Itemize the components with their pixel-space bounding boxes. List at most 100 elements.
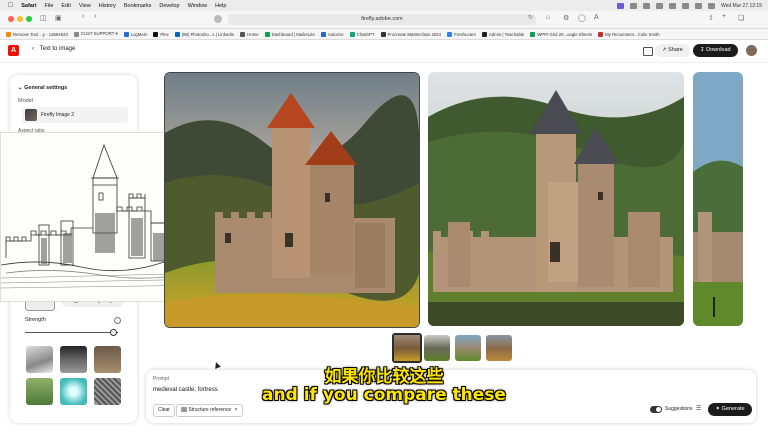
bookmark-item[interactable]: Dashboard | MailerLite (264, 31, 315, 37)
bookmark-favicon-icon (447, 31, 453, 37)
bookmark-item[interactable]: CUST SUPPORT ▾ (73, 31, 118, 37)
menu-edit[interactable]: Edit (61, 3, 70, 9)
shield-icon[interactable]: ◯ (578, 14, 586, 22)
bookmark-label: ChatGPT (356, 31, 375, 37)
strength-slider-handle[interactable] (110, 329, 118, 336)
thumbnail-4-image (486, 335, 512, 361)
apple-icon[interactable]:  (8, 2, 13, 9)
bookmark-item[interactable]: Procreate Masterclass 2024 (380, 31, 442, 37)
bookmark-item[interactable]: (88) Photosho...s | LinkedIn (174, 31, 234, 37)
thumbnail-1[interactable] (392, 333, 422, 363)
bookmark-label: Plex (160, 31, 169, 37)
bookmark-label: Procreate Masterclass 2024 (387, 31, 442, 37)
creative-cloud-icon[interactable] (655, 2, 663, 9)
bookmark-label: My Recommen...Colin Smith (605, 31, 660, 37)
thumbnail-3-image (455, 335, 481, 361)
share-page-icon[interactable]: ⇧ (708, 14, 714, 22)
suggestions-label: Suggestions (665, 406, 693, 412)
home-icon[interactable]: ⌂ (546, 14, 550, 21)
bookmark-favicon-icon (380, 31, 386, 37)
new-tab-icon[interactable]: + (722, 13, 726, 20)
menu-view[interactable]: View (79, 3, 91, 9)
bookmark-item[interactable]: My Recommen...Colin Smith (598, 31, 660, 37)
close-icon[interactable]: × (235, 407, 238, 413)
sidebar-toggle-icon[interactable]: ◫ (40, 14, 47, 22)
forward-arrow-icon[interactable]: › (94, 13, 96, 20)
bookmark-item[interactable]: Home (240, 31, 259, 37)
site-settings-icon[interactable] (214, 15, 222, 23)
thumbnail-3[interactable] (455, 335, 481, 361)
bookmark-label: Admin | Teachable (489, 31, 525, 37)
adobe-logo-icon[interactable]: A (8, 45, 19, 56)
share-label: Share (668, 47, 683, 53)
menu-bookmarks[interactable]: Bookmarks (124, 3, 152, 9)
bookmark-favicon-icon (598, 31, 604, 37)
thumbnail-2[interactable] (424, 335, 450, 361)
bookmark-favicon-icon (6, 31, 11, 37)
battery-icon[interactable] (668, 2, 676, 9)
close-window-icon[interactable] (8, 16, 14, 22)
suggestions-toggle[interactable] (650, 406, 662, 413)
generated-image-3[interactable] (693, 72, 743, 326)
adjust-icon[interactable]: ☰ (696, 405, 701, 412)
bookmark-item[interactable]: Autorize (320, 31, 344, 37)
generated-image-2[interactable] (428, 72, 684, 326)
menu-help[interactable]: Help (215, 3, 226, 9)
menu-file[interactable]: File (45, 3, 54, 9)
structure-reference-chip[interactable]: Structure reference × (176, 404, 243, 417)
info-icon[interactable] (114, 317, 121, 324)
menu-develop[interactable]: Develop (159, 3, 179, 9)
bookmark-item[interactable]: WPPI Grid 20...oogle Sheets (530, 31, 592, 37)
control-center-icon[interactable] (707, 2, 715, 9)
browser-toolbar: ◫ ▣ ‹ › firefly.adobe.com ↻ ⌂ ⚙ ◯ A ⇧ + … (0, 11, 768, 29)
bookmark-favicon-icon (264, 31, 270, 37)
bookmark-favicon-icon (240, 31, 246, 37)
translate-icon[interactable]: A (594, 14, 599, 21)
bookmark-favicon-icon (482, 31, 488, 37)
avatar[interactable] (746, 45, 757, 56)
extension-icon[interactable]: ⚙ (563, 14, 569, 22)
bookmark-favicon-icon (123, 31, 129, 37)
generated-image-1[interactable] (164, 72, 420, 328)
thumbnail-1-image (394, 335, 420, 361)
back-arrow-icon[interactable]: ‹ (82, 13, 84, 20)
menu-safari[interactable]: Safari (21, 3, 36, 9)
minimize-window-icon[interactable] (17, 16, 23, 22)
chat-icon[interactable] (643, 47, 653, 56)
tab-group-icon[interactable]: ▣ (55, 14, 62, 22)
bookmark-item[interactable]: LogMeIn (123, 31, 147, 37)
bookmark-label: Remove Tool ...y - 13694623 (13, 31, 68, 37)
menu-history[interactable]: History (99, 3, 116, 9)
bookmark-item[interactable]: Admin | Teachable (482, 31, 525, 37)
thumbnail-4[interactable] (486, 335, 512, 361)
bookmark-item[interactable]: FreshLearn (447, 31, 476, 37)
bookmark-favicon-icon (320, 31, 326, 37)
tab-overview-icon[interactable]: ❏ (738, 14, 744, 22)
dropbox-icon[interactable] (642, 2, 650, 9)
bookmark-favicon-icon (530, 31, 536, 37)
general-settings-header[interactable]: ⌄ General settings (18, 85, 67, 91)
search-icon[interactable] (694, 2, 702, 9)
menu-window[interactable]: Window (188, 3, 208, 9)
download-button[interactable]: ↧ Download (693, 44, 738, 57)
screen-recording-icon[interactable] (616, 2, 624, 9)
strength-slider-track[interactable] (25, 332, 118, 333)
generate-icon: ✦ (715, 406, 721, 412)
subtitle-chinese: 如果你比较这些 (324, 367, 444, 387)
download-icon: ↧ (700, 47, 705, 53)
wifi-icon[interactable] (681, 2, 689, 9)
clear-button[interactable]: Clear (153, 404, 175, 417)
subtitle-english: and if you compare these (262, 385, 506, 405)
zoom-window-icon[interactable] (26, 16, 32, 22)
video-icon[interactable] (629, 2, 637, 9)
back-to-text-to-image[interactable]: ‹ Text to image (32, 46, 75, 52)
bookmark-item[interactable]: Plex (153, 31, 169, 37)
share-button[interactable]: ↗ Share (655, 44, 690, 57)
bookmark-item[interactable]: Remove Tool ...y - 13694623 (6, 31, 68, 37)
reload-icon[interactable]: ↻ (528, 14, 533, 21)
general-settings-label: General settings (24, 85, 68, 91)
bookmark-label: Autorize (327, 31, 344, 37)
model-selector[interactable]: Firefly Image 2 (22, 107, 128, 123)
address-bar[interactable]: firefly.adobe.com (228, 14, 536, 25)
bookmark-item[interactable]: ChatGPT (349, 31, 375, 37)
